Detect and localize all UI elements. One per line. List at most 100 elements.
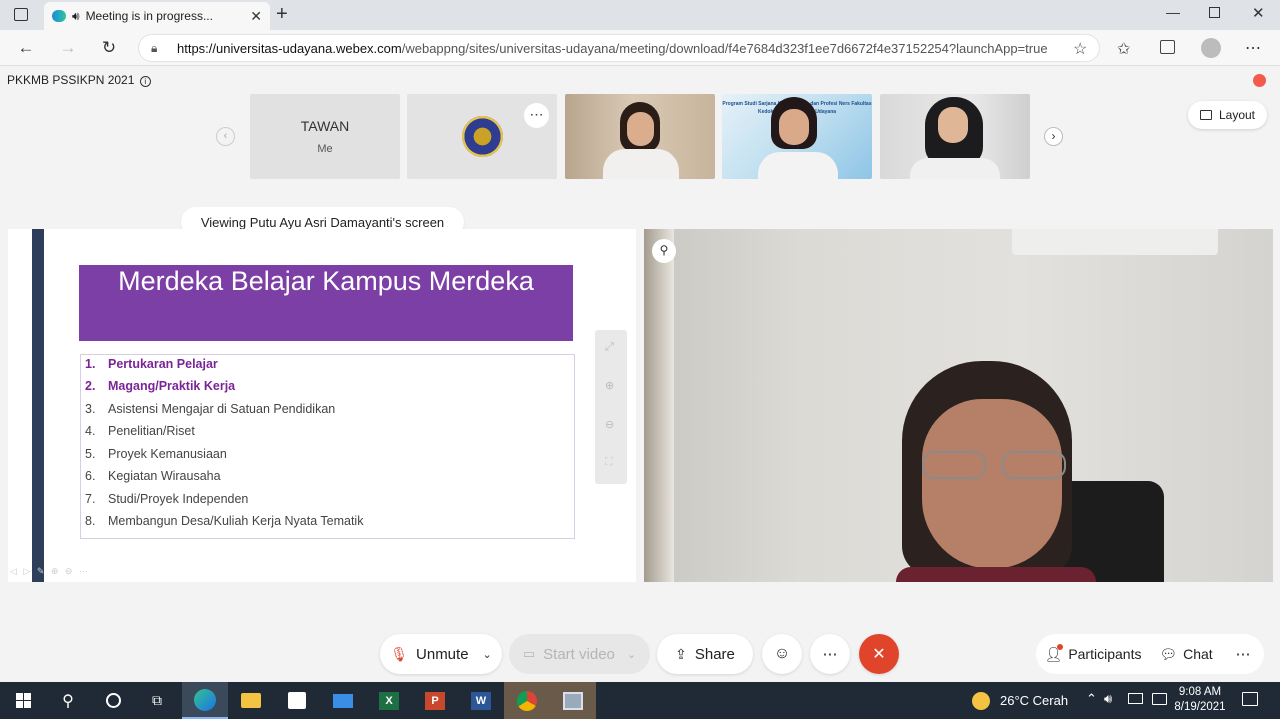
smiley-icon: ☺ — [773, 645, 791, 662]
remote-app-icon — [563, 691, 583, 710]
start-video-button[interactable]: ▭ Start video ⌄ — [509, 634, 650, 674]
close-window-button[interactable]: ✕ — [1252, 4, 1265, 22]
taskbar-file-explorer[interactable] — [228, 682, 274, 719]
fit-screen-icon[interactable]: ⛶ — [605, 456, 613, 469]
participant-thumbnail-self[interactable]: TAWAN Me — [250, 94, 400, 179]
favorites-icon[interactable]: ✩ — [1117, 39, 1130, 59]
chrome-icon — [517, 690, 537, 711]
taskbar-excel[interactable]: X — [366, 682, 412, 719]
cortana-button[interactable] — [90, 682, 136, 719]
layout-icon — [1199, 110, 1212, 120]
word-icon: W — [471, 691, 491, 710]
browser-tab[interactable]: 🔊︎ Meeting is in progress... ✕ — [44, 2, 270, 30]
participant-me-label: Me — [317, 143, 333, 155]
participant-face — [779, 109, 809, 145]
refresh-button[interactable]: ↻ — [91, 30, 127, 66]
back-button[interactable]: ← — [8, 30, 44, 66]
maximize-button[interactable] — [1209, 7, 1220, 18]
tab-actions-icon[interactable] — [14, 8, 28, 21]
taskbar-chrome[interactable] — [504, 682, 550, 719]
weather-text: 26°C Cerah — [1000, 693, 1069, 708]
shared-screen-panel: Merdeka Belajar Kampus Merdeka 1. Pertuka… — [8, 229, 636, 582]
taskbar-remote-app[interactable] — [550, 682, 596, 719]
slide-nav-icons: ◁ ▷ ✎ ⊕ ⊖ ⋯ — [10, 566, 90, 576]
url-path: /webappng/sites/universitas-udayana/meet… — [401, 40, 1048, 56]
leave-meeting-button[interactable]: ✕ — [859, 634, 899, 674]
layout-button[interactable]: Layout — [1188, 101, 1267, 129]
task-view-button[interactable]: ⧉ — [134, 682, 180, 719]
start-button[interactable] — [0, 682, 46, 719]
video-speaker-face — [922, 399, 1062, 569]
chat-icon: 💬︎ — [1159, 645, 1178, 662]
fullscreen-icon[interactable]: ⤢ — [605, 341, 614, 354]
notifications-icon[interactable] — [1242, 692, 1258, 706]
display-icon[interactable] — [1152, 693, 1167, 705]
slide-side-bar — [32, 229, 44, 582]
windows-logo-icon — [15, 693, 31, 708]
minimize-button[interactable]: — — [1166, 4, 1180, 20]
participant-name: TAWAN — [300, 118, 350, 134]
video-options-chevron-icon[interactable]: ⌄ — [627, 648, 636, 661]
unmute-button[interactable]: 🎙︎ Unmute ⌄ — [380, 634, 502, 674]
browser-tab-bar: 🔊︎ Meeting is in progress... ✕ + — ✕ — [0, 0, 1280, 30]
speaker-icon[interactable]: 🔊︎ — [72, 9, 80, 24]
chat-button[interactable]: 💬︎ Chat — [1150, 634, 1222, 674]
url-field[interactable]: 🔒︎ https://universitas-udayana.webex.com… — [138, 34, 1100, 62]
weather-sun-icon — [972, 691, 990, 710]
participant-thumbnail-video-2[interactable]: Program Studi Sarjana Keperawatan dan Pr… — [722, 94, 872, 179]
show-hidden-icons-button[interactable]: ⌃ — [1086, 691, 1097, 707]
participant-thumbnail-logo[interactable]: ⋯ — [407, 94, 557, 179]
zoom-in-icon[interactable]: ⊕ — [605, 379, 614, 392]
thumbnails-next-button[interactable]: › — [1044, 127, 1063, 146]
browser-menu-icon[interactable]: ⋯ — [1245, 38, 1261, 58]
slide-list-item: 7. Studi/Proyek Independen — [85, 492, 249, 506]
collections-icon[interactable] — [1160, 40, 1175, 54]
close-tab-icon[interactable]: ✕ — [250, 8, 262, 25]
network-icon[interactable] — [1128, 693, 1143, 704]
excel-icon: X — [379, 691, 399, 710]
slide-title: Merdeka Belajar Kampus Merdeka — [79, 265, 573, 341]
weather-widget[interactable]: 26°C Cerah — [972, 682, 1068, 719]
tab-title: Meeting is in progress... — [85, 9, 213, 23]
volume-icon[interactable]: 🔊︎ — [1104, 691, 1112, 707]
taskbar-mail[interactable] — [320, 682, 366, 719]
clock[interactable]: 9:08 AM 8/19/2021 — [1172, 685, 1228, 715]
forward-button[interactable]: → — [50, 30, 86, 66]
more-options-button[interactable]: ⋯ — [810, 634, 850, 674]
meeting-title: PKKMB PSSIKPN 2021 i — [7, 73, 151, 87]
add-favorite-icon[interactable]: ☆ — [1073, 39, 1087, 59]
participant-face — [627, 112, 654, 146]
thumbnail-more-button[interactable]: ⋯ — [524, 103, 549, 128]
reactions-button[interactable]: ☺ — [762, 634, 802, 674]
participant-thumbnail-video-3[interactable] — [880, 94, 1030, 179]
windows-taskbar: ⚲ ⧉ X P W 26°C Cerah ⌃ 🔊︎ 9:08 AM 8/19/2… — [0, 682, 1280, 719]
thumbnails-prev-button[interactable]: ‹ — [216, 127, 235, 146]
new-tab-button[interactable]: + — [276, 3, 288, 26]
participants-button[interactable]: 👤︎ Participants — [1036, 634, 1150, 674]
start-video-label: Start video — [543, 645, 615, 663]
taskbar-powerpoint[interactable]: P — [412, 682, 458, 719]
share-icon: ⇪ — [675, 645, 687, 662]
share-label: Share — [694, 645, 735, 663]
meeting-window: PKKMB PSSIKPN 2021 i ‹ TAWAN Me ⋯ Progra… — [0, 66, 1280, 682]
webex-favicon-icon — [52, 10, 66, 22]
panel-more-button[interactable]: ⋯ — [1222, 634, 1264, 674]
profile-avatar[interactable] — [1201, 38, 1221, 58]
taskbar-word[interactable]: W — [458, 682, 504, 719]
unmute-label: Unmute — [416, 645, 469, 663]
pin-video-button[interactable]: ⚲ — [652, 239, 676, 263]
task-view-icon: ⧉ — [152, 692, 162, 708]
slide-list-item: 8. Membangun Desa/Kuliah Kerja Nyata Tema… — [85, 514, 364, 528]
taskbar-edge[interactable] — [182, 682, 228, 719]
folder-icon — [241, 693, 261, 708]
meeting-title-text: PKKMB PSSIKPN 2021 — [7, 73, 135, 87]
search-button[interactable]: ⚲ — [45, 682, 91, 719]
share-button[interactable]: ⇪ Share — [657, 634, 753, 674]
unmute-options-chevron-icon[interactable]: ⌄ — [483, 648, 492, 661]
zoom-out-icon[interactable]: ⊖ — [605, 418, 614, 431]
taskbar-store[interactable] — [274, 682, 320, 719]
participant-thumbnail-video-1[interactable] — [565, 94, 715, 179]
video-door-frame — [644, 229, 674, 582]
info-icon[interactable]: i — [139, 76, 151, 87]
recording-indicator-icon — [1253, 74, 1266, 87]
